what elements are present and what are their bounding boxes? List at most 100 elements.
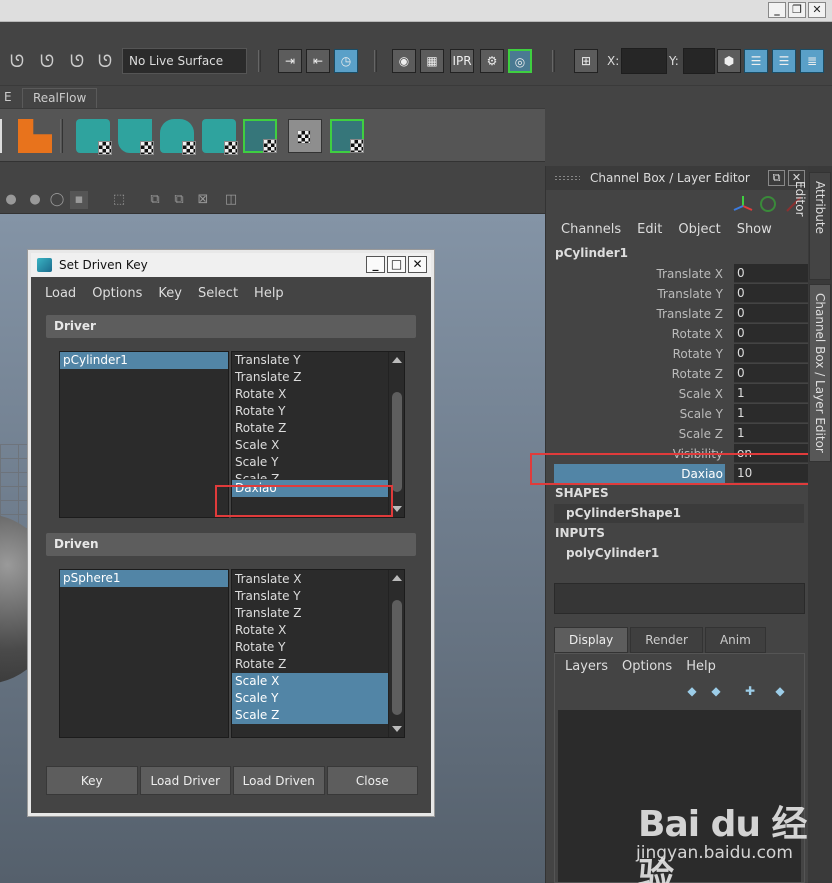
field-chart-icon[interactable]: ◫ — [222, 191, 240, 209]
panel-grip-icon[interactable] — [554, 175, 580, 181]
driven-attr-item[interactable]: Rotate Y — [232, 639, 404, 656]
attribute-editor-toggle-icon[interactable]: ☰ — [744, 49, 768, 73]
channel-row[interactable]: Scale Y 1 — [554, 404, 811, 424]
film-gate-icon[interactable]: ⧉ — [146, 191, 164, 209]
driven-frame-header[interactable]: Driven — [46, 533, 416, 556]
driven-attr-item-selected[interactable]: Scale X — [232, 673, 388, 690]
driver-attr-item[interactable]: Scale Y — [232, 454, 404, 471]
driver-attr-item[interactable]: Scale Z — [232, 471, 404, 479]
menu-help[interactable]: Help — [686, 659, 716, 674]
channel-value[interactable]: 0 — [734, 324, 811, 343]
attribute-editor-tab[interactable]: Attribute Editor — [793, 172, 831, 280]
load-driver-button[interactable]: Load Driver — [139, 766, 231, 795]
menu-show[interactable]: Show — [737, 222, 772, 237]
realflow-wave-icon[interactable] — [243, 119, 277, 153]
driven-object-item[interactable]: pSphere1 — [60, 570, 228, 587]
move-layer-up-icon[interactable]: ◆ — [683, 684, 701, 698]
driver-attr-item[interactable]: Rotate Z — [232, 420, 404, 437]
realflow-surface-emitter-icon[interactable] — [160, 119, 196, 155]
snap-view-plane-icon[interactable]: ᘎ — [94, 51, 116, 73]
isolate-icon[interactable]: ▪ — [70, 191, 88, 209]
channel-row[interactable]: Translate Z 0 — [554, 304, 811, 324]
channel-value[interactable]: 1 — [734, 384, 811, 403]
driven-object-list[interactable]: pSphere1 — [59, 569, 229, 738]
menu-key[interactable]: Key — [158, 286, 182, 301]
key-button[interactable]: Key — [46, 766, 138, 795]
xray-icon[interactable]: ◯ — [48, 191, 66, 209]
new-layer-selected-icon[interactable]: ◆ — [771, 684, 789, 698]
shelf-edge-icon[interactable] — [0, 119, 2, 153]
load-driven-button[interactable]: Load Driven — [233, 766, 325, 795]
new-layer-icon[interactable]: ✚ — [741, 684, 759, 698]
channel-value[interactable]: 1 — [734, 404, 811, 423]
minimize-button[interactable]: _ — [768, 2, 786, 18]
shape-node-row[interactable]: pCylinderShape1 — [554, 504, 804, 523]
driver-frame-header[interactable]: Driver — [46, 315, 416, 338]
hypershade-icon[interactable]: ◎ — [508, 49, 532, 73]
channel-box-toggle-icon[interactable]: ≣ — [800, 49, 824, 73]
float-panel-icon[interactable]: ⧉ — [768, 170, 785, 186]
channel-value[interactable]: 0 — [734, 364, 811, 383]
driver-attr-item[interactable]: Scale X — [232, 437, 404, 454]
realflow-sim-icon[interactable] — [288, 119, 322, 153]
menu-select[interactable]: Select — [198, 286, 238, 301]
driver-attr-item[interactable]: Rotate X — [232, 386, 404, 403]
channel-row[interactable]: Rotate Z 0 — [554, 364, 811, 384]
snap-curve-icon[interactable]: ᘎ — [36, 51, 58, 73]
driven-attribute-list[interactable]: Translate X Translate Y Translate Z Rota… — [231, 569, 405, 738]
restore-button[interactable]: ❐ — [788, 2, 806, 18]
lighting-icon[interactable]: ● — [26, 191, 44, 209]
driver-attr-item[interactable]: Rotate Y — [232, 403, 404, 420]
tab-display[interactable]: Display — [554, 627, 629, 653]
channel-row[interactable]: Scale Z 1 — [554, 424, 811, 444]
driven-attr-item-selected[interactable]: Scale Z — [232, 707, 388, 724]
channel-row[interactable]: Rotate Y 0 — [554, 344, 811, 364]
live-surface-field[interactable]: No Live Surface — [122, 48, 247, 74]
ipr-render-icon[interactable]: IPR — [450, 49, 474, 73]
render-frame-icon[interactable]: ▦ — [420, 49, 444, 73]
selected-object-name[interactable]: pCylinder1 — [555, 246, 628, 260]
driver-object-item[interactable]: pCylinder1 — [60, 352, 228, 369]
resolution-gate-icon[interactable]: ⧉ — [170, 191, 188, 209]
shape-node-name[interactable]: pCylinderShape1 — [566, 506, 681, 520]
realflow-emitter-icon[interactable] — [76, 119, 112, 155]
dialog-maximize-button[interactable]: □ — [387, 256, 406, 273]
input-node-name[interactable]: polyCylinder1 — [566, 546, 659, 560]
menu-help[interactable]: Help — [254, 286, 284, 301]
x-coordinate-field[interactable] — [621, 48, 667, 74]
menu-object[interactable]: Object — [678, 222, 720, 237]
channel-row[interactable]: Translate Y 0 — [554, 284, 811, 304]
output-operation-icon[interactable]: ⇤ — [306, 49, 330, 73]
close-button[interactable]: ✕ — [808, 2, 826, 18]
menu-options[interactable]: Options — [92, 286, 142, 301]
select-camera-icon[interactable]: ⬚ — [110, 191, 128, 209]
menu-layers[interactable]: Layers — [565, 659, 608, 674]
render-view-icon[interactable]: ◉ — [392, 49, 416, 73]
menu-options[interactable]: Options — [622, 659, 672, 674]
axes-icon[interactable] — [732, 194, 754, 216]
channel-value[interactable]: 0 — [734, 284, 811, 303]
channel-value[interactable]: 0 — [734, 344, 811, 363]
driven-attr-scrollbar[interactable] — [388, 570, 404, 737]
y-coordinate-field[interactable] — [683, 48, 715, 74]
scroll-up-arrow-icon[interactable] — [392, 357, 402, 363]
driven-attr-item-selected[interactable]: Scale Y — [232, 690, 388, 707]
tab-anim[interactable]: Anim — [704, 627, 766, 653]
channel-value[interactable]: 1 — [734, 424, 811, 443]
driver-attr-item[interactable]: Translate Z — [232, 369, 404, 386]
scroll-thumb[interactable] — [392, 600, 402, 715]
driver-attr-item[interactable]: Translate Y — [232, 352, 404, 369]
shelf-tab-realflow[interactable]: RealFlow — [22, 88, 98, 108]
shelf-tab-e[interactable]: E — [0, 88, 22, 108]
menu-channels[interactable]: Channels — [561, 222, 621, 237]
tool-settings-toggle-icon[interactable]: ☰ — [772, 49, 796, 73]
menu-load[interactable]: Load — [45, 286, 76, 301]
scroll-up-arrow-icon[interactable] — [392, 575, 402, 581]
dialog-title-bar[interactable]: Set Driven Key _ □ ✕ — [31, 253, 431, 277]
driven-attr-item[interactable]: Translate X — [232, 571, 404, 588]
select-mode-icon[interactable]: ⊞ — [574, 49, 598, 73]
snap-grid-icon[interactable]: ᘎ — [6, 51, 28, 73]
move-layer-down-icon[interactable]: ◆ — [707, 684, 725, 698]
input-node-row[interactable]: polyCylinder1 — [554, 544, 804, 563]
scroll-thumb[interactable] — [392, 392, 402, 492]
